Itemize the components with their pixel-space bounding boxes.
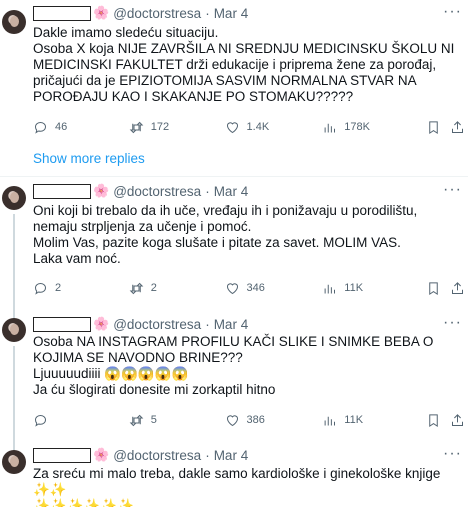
thread-line (13, 214, 15, 334)
retweet-count: 5 (150, 414, 157, 426)
tweet-actions: 5 386 11K (33, 411, 465, 429)
redacted-name (33, 447, 91, 463)
view-count: 11K (344, 282, 364, 294)
reply-button[interactable] (33, 413, 129, 428)
tweet-header: 🌸 @doctorstresa · Mar 4 (33, 182, 248, 200)
views-button[interactable]: 11K (322, 413, 426, 428)
views-button[interactable]: 178K (322, 120, 426, 135)
tweet-text: Oni koji bi trebalo da ih uče, vređaju i… (33, 203, 418, 266)
retweet-icon (129, 282, 144, 294)
separator: · (205, 183, 210, 199)
views-icon (324, 416, 336, 425)
more-options-icon[interactable]: ··· (443, 314, 462, 332)
bookmark-button[interactable] (426, 120, 450, 135)
views-button[interactable]: 11K (322, 281, 426, 296)
tweet-text: Dakle imamo sledeću situaciju. Osoba X k… (33, 25, 455, 104)
reply-icon (34, 121, 47, 134)
retweet-button[interactable]: 2 (129, 281, 225, 296)
avatar[interactable] (2, 10, 26, 34)
show-more-replies-link[interactable]: Show more replies (33, 151, 145, 166)
redacted-name (33, 5, 91, 21)
more-options-icon[interactable]: ··· (443, 3, 462, 21)
handle[interactable]: @doctorstresa (113, 184, 201, 199)
retweet-button[interactable]: 5 (129, 413, 225, 428)
reply-icon (34, 282, 47, 295)
like-count: 386 (246, 414, 265, 426)
more-options-icon[interactable]: ··· (443, 181, 462, 199)
reply-button[interactable]: 2 (33, 281, 129, 296)
flower-icon: 🌸 (93, 5, 110, 20)
tweet-text: Za sreću mi malo treba, dakle samo kardi… (33, 466, 441, 507)
reply-button[interactable]: 46 (33, 120, 129, 135)
date[interactable]: Mar 4 (214, 448, 249, 463)
like-button[interactable]: 346 (225, 281, 323, 296)
handle[interactable]: @doctorstresa (113, 317, 201, 332)
thread-line (13, 346, 15, 456)
heart-icon (226, 121, 238, 133)
share-icon (451, 120, 463, 133)
reply-count: 46 (55, 121, 68, 133)
date[interactable]: Mar 4 (214, 317, 249, 332)
heart-icon (226, 414, 238, 426)
share-icon (451, 413, 463, 426)
tweet-text: Osoba NA INSTAGRAM PROFILU KAČI SLIKE I … (33, 334, 434, 397)
avatar[interactable] (2, 318, 26, 342)
date[interactable]: Mar 4 (214, 184, 249, 199)
like-button[interactable]: 386 (225, 413, 323, 428)
bookmark-icon (429, 413, 438, 427)
retweet-icon (129, 121, 144, 133)
handle[interactable]: @doctorstresa (113, 6, 201, 21)
bookmark-icon (429, 281, 438, 295)
tweet-header: 🌸 @doctorstresa · Mar 4 (33, 446, 248, 464)
tweet-actions: 2 2 346 11K (33, 279, 465, 297)
retweet-count: 172 (150, 121, 170, 133)
retweet-count: 2 (150, 282, 157, 294)
heart-icon (226, 282, 238, 294)
flower-icon: 🌸 (93, 183, 110, 198)
retweet-icon (129, 414, 144, 426)
view-count: 11K (344, 414, 364, 426)
flower-icon: 🌸 (93, 316, 110, 331)
more-options-icon[interactable]: ··· (443, 445, 462, 463)
flower-icon: 🌸 (93, 447, 110, 462)
avatar[interactable] (2, 450, 26, 474)
redacted-name (33, 183, 91, 199)
bookmark-icon (429, 120, 438, 134)
separator: · (205, 316, 210, 332)
retweet-button[interactable]: 172 (129, 120, 225, 135)
separator: · (205, 5, 210, 21)
tweet-header: 🌸 @doctorstresa · Mar 4 (33, 315, 248, 333)
divider (0, 176, 468, 177)
bookmark-button[interactable] (426, 281, 450, 296)
tweet-actions: 46 172 1.4K 178K (33, 118, 465, 136)
date[interactable]: Mar 4 (214, 6, 249, 21)
separator: · (205, 447, 210, 463)
redacted-name (33, 316, 91, 332)
share-button[interactable] (450, 413, 465, 428)
like-count: 346 (246, 282, 265, 294)
tweet-header: 🌸 @doctorstresa · Mar 4 (33, 4, 248, 22)
reply-icon (34, 414, 47, 427)
reply-count: 2 (55, 282, 62, 294)
avatar[interactable] (2, 186, 26, 210)
bookmark-button[interactable] (426, 413, 450, 428)
share-icon (451, 281, 463, 294)
like-button[interactable]: 1.4K (225, 120, 323, 135)
like-count: 1.4K (246, 121, 270, 133)
views-icon (324, 284, 336, 293)
share-button[interactable] (450, 120, 465, 135)
share-button[interactable] (450, 281, 465, 296)
handle[interactable]: @doctorstresa (113, 448, 201, 463)
views-icon (324, 123, 336, 132)
view-count: 178K (344, 121, 370, 133)
